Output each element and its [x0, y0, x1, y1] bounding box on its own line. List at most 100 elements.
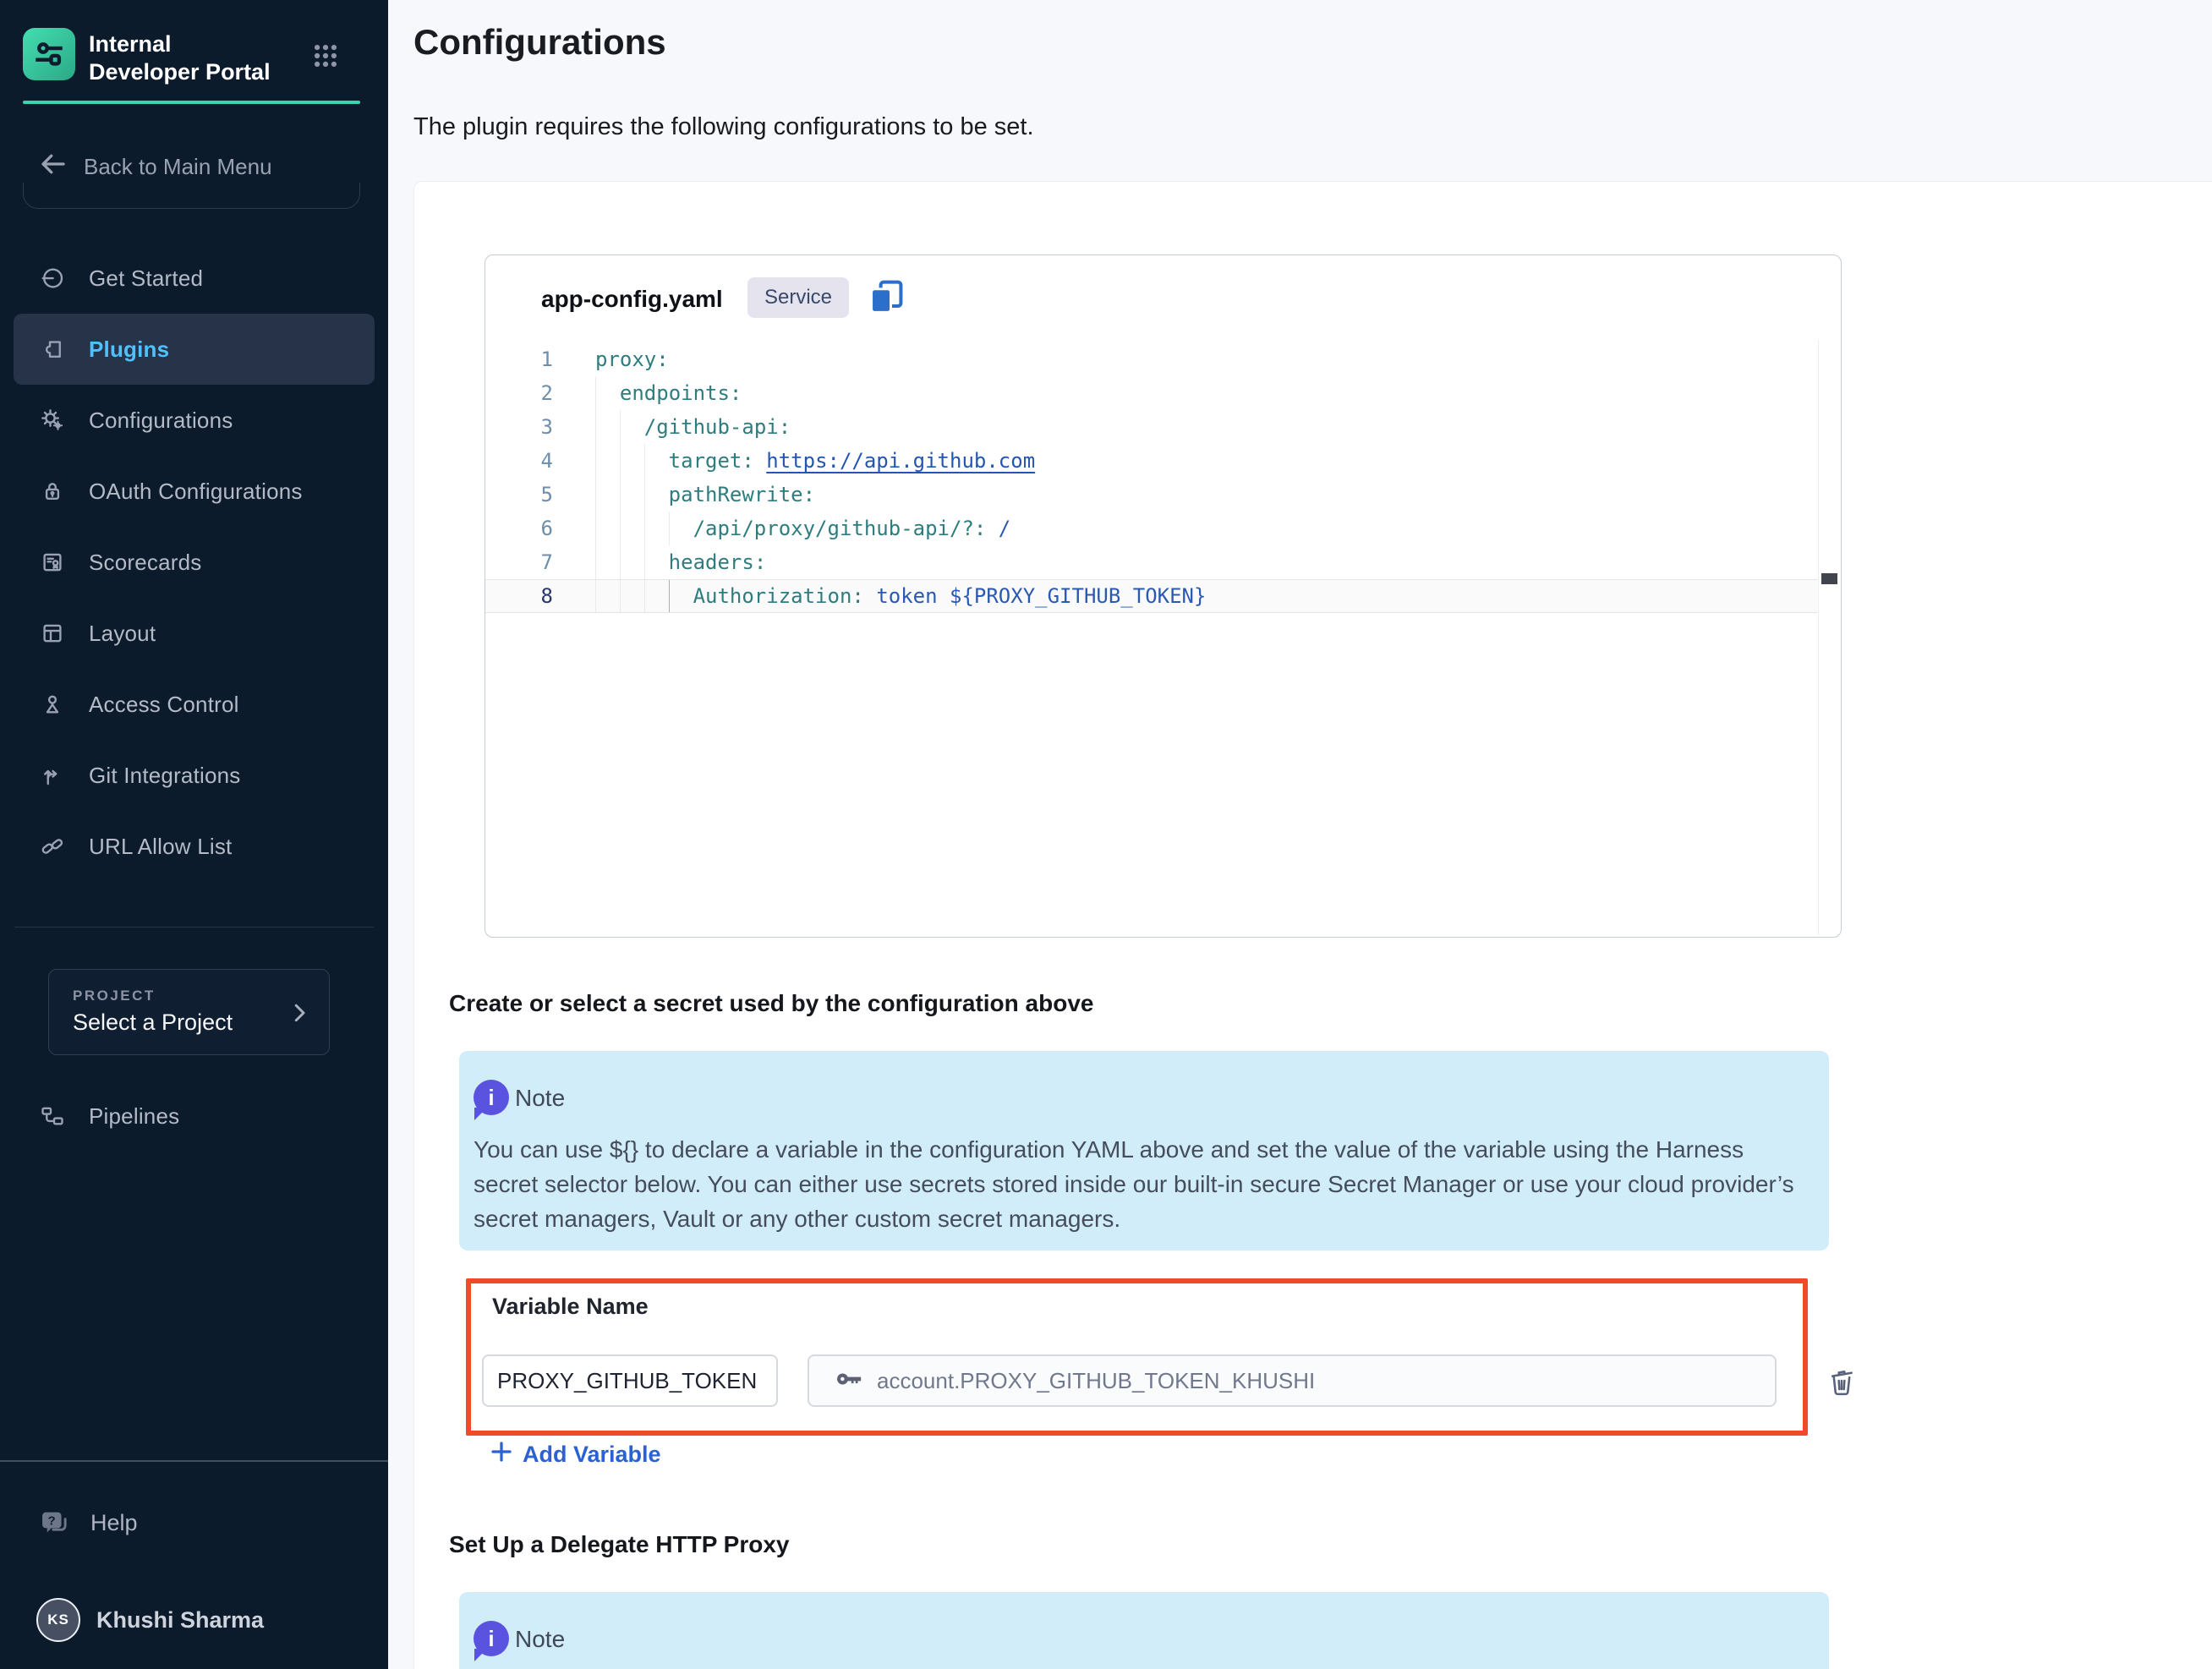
sidebar-secondary-nav: Pipelines	[14, 1081, 375, 1152]
indent-guide	[595, 444, 620, 478]
info-icon: i	[474, 1621, 509, 1656]
code-text: Authorization: token ${PROXY_GITHUB_TOKE…	[585, 580, 1206, 612]
sidebar-item-get-started[interactable]: Get Started	[14, 243, 375, 314]
sidebar-item-url-allow-list[interactable]: URL Allow List	[14, 811, 375, 882]
variable-name-input[interactable]	[482, 1354, 778, 1407]
sidebar-nav: Get Started Plugins Configurations OAuth Co…	[14, 243, 375, 882]
sidebar-item-pipelines[interactable]: Pipelines	[14, 1081, 375, 1152]
code-line[interactable]: 1 proxy:	[485, 342, 1817, 376]
pipelines-icon	[40, 1103, 65, 1129]
app-logo-icon[interactable]	[23, 28, 75, 80]
help-label: Help	[90, 1510, 138, 1536]
code-text: proxy:	[585, 342, 669, 376]
sidebar-item-label: OAuth Configurations	[89, 479, 303, 505]
sidebar-item-label: Plugins	[89, 337, 169, 363]
info-icon: i	[474, 1080, 509, 1115]
scorecards-icon	[40, 550, 65, 575]
avatar: KS	[36, 1598, 80, 1642]
sidebar-item-plugins[interactable]: Plugins	[14, 314, 375, 385]
code-token: headers:	[669, 550, 767, 574]
sidebar-item-access-control[interactable]: Access Control	[14, 669, 375, 740]
sidebar-item-scorecards[interactable]: Scorecards	[14, 527, 375, 598]
add-variable-button[interactable]: Add Variable	[489, 1439, 661, 1470]
sidebar: Internal Developer Portal Back to Main M…	[0, 0, 388, 1669]
sidebar-item-label: Configurations	[89, 408, 233, 434]
indent-guide	[595, 545, 620, 579]
code-token: /	[999, 517, 1010, 540]
sidebar-item-label: URL Allow List	[89, 834, 232, 860]
sidebar-item-label: Get Started	[89, 265, 203, 292]
code-token: proxy:	[595, 347, 669, 371]
code-text: target: https://api.github.com	[585, 444, 1035, 478]
code-line[interactable]: 8Authorization: token ${PROXY_GITHUB_TOK…	[485, 579, 1817, 613]
line-number: 7	[485, 545, 553, 579]
git-integrations-icon	[40, 763, 65, 788]
code-text: pathRewrite:	[585, 478, 815, 512]
service-badge: Service	[747, 277, 849, 318]
user-menu[interactable]: KS Khushi Sharma	[36, 1598, 264, 1642]
back-to-main-menu[interactable]: Back to Main Menu	[38, 149, 272, 185]
page-title: Configurations	[413, 22, 666, 63]
sidebar-divider	[14, 927, 374, 928]
code-area[interactable]: 1 proxy: 2endpoints:3/github-api:4target: …	[485, 342, 1817, 613]
secret-section-heading: Create or select a secret used by the co…	[449, 990, 1093, 1017]
back-arrow-icon	[38, 149, 68, 185]
code-token: endpoints:	[620, 381, 742, 405]
indent-guide	[620, 444, 644, 478]
indent-guide	[595, 410, 620, 444]
add-variable-label: Add Variable	[523, 1442, 661, 1468]
code-token: /github-api:	[644, 415, 791, 439]
indent-guide	[644, 478, 669, 512]
indent-guide	[620, 545, 644, 579]
code-token: pathRewrite:	[669, 483, 815, 506]
indent-guide	[620, 410, 644, 444]
code-token: token ${PROXY_GITHUB_TOKEN}	[876, 584, 1206, 608]
indent-guide	[669, 512, 693, 545]
code-token: /api/proxy/github-api/?:	[693, 517, 999, 540]
help-button[interactable]: ? Help	[38, 1507, 138, 1539]
editor-filename: app-config.yaml	[541, 286, 723, 313]
user-name: Khushi Sharma	[96, 1607, 264, 1633]
code-line[interactable]: 6/api/proxy/github-api/?: /	[485, 512, 1817, 545]
note-body: You can use ${} to declare a variable in…	[474, 1132, 1798, 1236]
get-started-icon	[40, 265, 65, 291]
project-selector[interactable]: PROJECT Select a Project	[48, 969, 330, 1055]
sidebar-item-oauth-configurations[interactable]: OAuth Configurations	[14, 456, 375, 527]
sidebar-item-git-integrations[interactable]: Git Integrations	[14, 740, 375, 811]
yaml-editor[interactable]: app-config.yaml Service 1 proxy: 2endpoint…	[485, 254, 1842, 938]
configurations-icon	[40, 408, 65, 433]
code-line[interactable]: 4target: https://api.github.com	[485, 444, 1817, 478]
indent-guide	[595, 376, 620, 410]
sidebar-item-label: Scorecards	[89, 550, 202, 576]
secret-value: account.PROXY_GITHUB_TOKEN_KHUSHI	[877, 1368, 1315, 1394]
note-box: i Note You can use ${} to declare a vari…	[459, 1051, 1829, 1250]
code-line[interactable]: 5pathRewrite:	[485, 478, 1817, 512]
code-token: Authorization:	[693, 584, 877, 608]
app-switcher-icon[interactable]	[311, 41, 340, 70]
back-label: Back to Main Menu	[84, 154, 272, 180]
sidebar-item-layout[interactable]: Layout	[14, 598, 375, 669]
indent-guide	[644, 512, 669, 545]
code-line[interactable]: 3/github-api:	[485, 410, 1817, 444]
sidebar-item-label: Git Integrations	[89, 763, 241, 789]
delete-variable-icon[interactable]	[1826, 1364, 1858, 1398]
code-text: /github-api:	[585, 410, 791, 444]
code-link[interactable]: https://api.github.com	[766, 449, 1035, 473]
code-line[interactable]: 7 headers:	[485, 545, 1817, 579]
indent-guide	[669, 580, 693, 612]
copy-icon[interactable]	[868, 277, 905, 316]
indent-guide	[620, 512, 644, 545]
line-number: 1	[485, 342, 553, 376]
url-allow-list-icon	[40, 834, 65, 859]
app-window: Internal Developer Portal Back to Main M…	[0, 0, 2212, 1669]
code-text: headers:	[585, 545, 766, 579]
scrollbar-cursor-marker[interactable]	[1821, 573, 1837, 584]
editor-scrollbar[interactable]	[1818, 340, 1840, 935]
secret-selector[interactable]: account.PROXY_GITHUB_TOKEN_KHUSHI	[808, 1354, 1777, 1407]
indent-guide	[595, 478, 620, 512]
code-text: /api/proxy/github-api/?: /	[585, 512, 1010, 545]
layout-icon	[40, 621, 65, 646]
sidebar-item-configurations[interactable]: Configurations	[14, 385, 375, 456]
code-line[interactable]: 2endpoints:	[485, 376, 1817, 410]
line-number: 6	[485, 512, 553, 545]
